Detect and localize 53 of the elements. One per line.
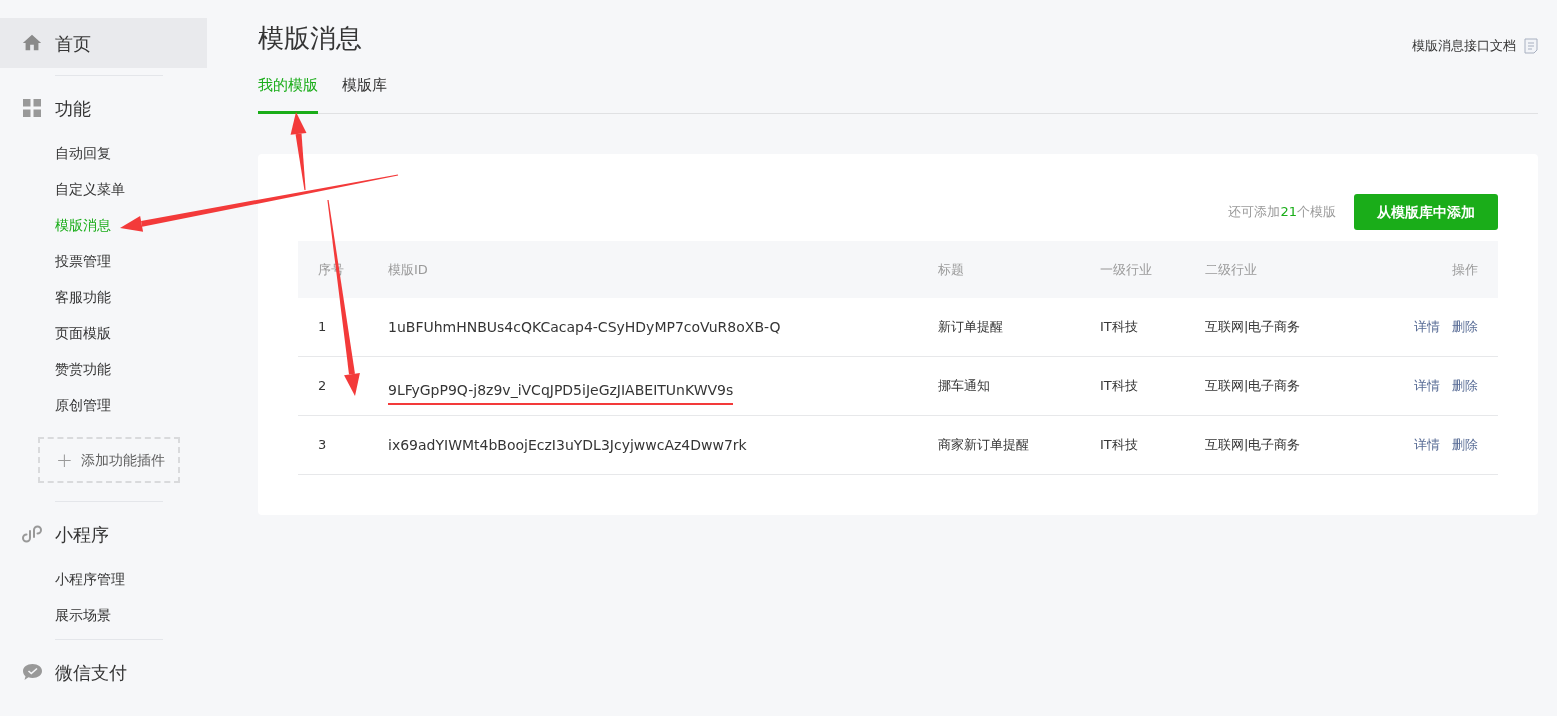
column-header: 操作 bbox=[1452, 260, 1478, 279]
template-id-cell-text: 1uBFUhmHNBUs4cQKCacap4-CSyHDyMP7coVuR8oXB-Q bbox=[388, 317, 781, 337]
nav-item[interactable]: 展示场景 bbox=[0, 597, 207, 633]
nav-section-header[interactable]: 首页 bbox=[0, 18, 207, 68]
nav-item[interactable]: 赞赏功能 bbox=[0, 351, 207, 387]
nav-section-title: 功能 bbox=[55, 96, 91, 121]
action-link[interactable]: 详情 bbox=[1414, 376, 1440, 396]
table-cell-text: 1 bbox=[318, 318, 328, 337]
table-cell-text: 2 bbox=[318, 377, 328, 396]
tab[interactable]: 模版库 bbox=[342, 74, 387, 114]
nav-section-header[interactable]: 微信支付 bbox=[0, 647, 207, 697]
chat-bubble-icon bbox=[21, 663, 43, 681]
table-cell-text: IT科技 bbox=[1100, 377, 1139, 396]
table-cell-text: 3 bbox=[318, 436, 328, 455]
nav-section-header[interactable]: 小程序 bbox=[0, 509, 207, 559]
table-cell-text: IT科技 bbox=[1100, 318, 1139, 337]
document-icon bbox=[1524, 37, 1538, 54]
plus-icon: + bbox=[56, 445, 73, 475]
doc-link[interactable]: 模版消息接口文档 bbox=[1412, 36, 1538, 56]
add-plugin-button[interactable]: + 添加功能插件 bbox=[38, 437, 180, 483]
nav-item[interactable]: 客服功能 bbox=[0, 279, 207, 315]
page-title: 模版消息 bbox=[258, 22, 362, 55]
table-cell-text: 互联网|电子商务 bbox=[1205, 318, 1302, 337]
nav-section-title: 首页 bbox=[55, 31, 91, 56]
action-link[interactable]: 详情 bbox=[1414, 435, 1440, 455]
nav-item[interactable]: 自定义菜单 bbox=[0, 171, 207, 207]
table-cell-text: IT科技 bbox=[1100, 436, 1139, 455]
column-header: 标题 bbox=[938, 260, 965, 279]
action-link[interactable]: 删除 bbox=[1452, 435, 1478, 455]
template-id-cell-text: ix69adYIWMt4bBoojEczI3uYDL3JcyjwwcAz4Dww7rk bbox=[388, 435, 747, 455]
nav-section-header[interactable]: 功能 bbox=[0, 83, 207, 133]
column-header: 模版ID bbox=[388, 260, 429, 279]
action-link[interactable]: 删除 bbox=[1452, 317, 1478, 337]
nav-item[interactable]: 投票管理 bbox=[0, 243, 207, 279]
nav-item[interactable]: 自动回复 bbox=[0, 135, 207, 171]
table-cell-text: 挪车通知 bbox=[938, 377, 991, 396]
link-icon bbox=[22, 524, 42, 544]
column-header: 一级行业 bbox=[1100, 260, 1153, 279]
table-cell-text: 互联网|电子商务 bbox=[1205, 436, 1302, 455]
template-id-cell: 9LFyGpP9Q-j8z9v_iVCqJPD5iJeGzJIABEITUnKWV9s bbox=[388, 379, 734, 405]
table-cell-text: 商家新订单提醒 bbox=[938, 436, 1030, 455]
nav-item[interactable]: 原创管理 bbox=[0, 387, 207, 423]
quota-text: 还可添加21个模版 bbox=[1228, 203, 1336, 222]
nav-section-title: 微信支付 bbox=[55, 660, 127, 685]
nav-item[interactable]: 页面模版 bbox=[0, 315, 207, 351]
table-cell-text: 互联网|电子商务 bbox=[1205, 377, 1302, 396]
nav-section-title: 小程序 bbox=[55, 522, 109, 547]
column-header: 二级行业 bbox=[1205, 260, 1258, 279]
table-cell-text: 新订单提醒 bbox=[938, 318, 1004, 337]
action-link[interactable]: 删除 bbox=[1452, 376, 1478, 396]
grid-icon bbox=[23, 99, 41, 117]
nav-item[interactable]: 小程序管理 bbox=[0, 561, 207, 597]
action-link[interactable]: 详情 bbox=[1414, 317, 1440, 337]
